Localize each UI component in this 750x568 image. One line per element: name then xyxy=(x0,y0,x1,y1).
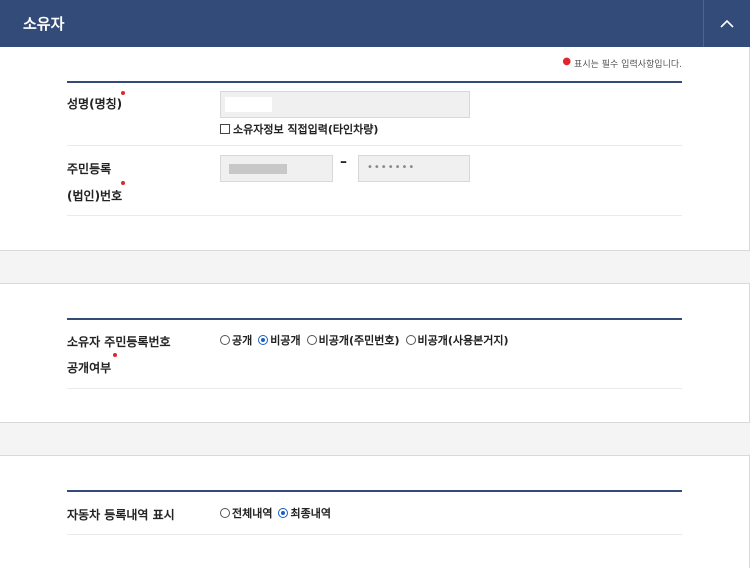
disclosure-label-line2: 공개여부 xyxy=(67,361,112,375)
radio-circle[interactable] xyxy=(220,335,230,345)
owner-info-panel: ● 표시는 필수 입력사항입니다. 성명(명칭) 소유자정보 직접입력(타인차량)… xyxy=(0,47,750,251)
required-note: ● 표시는 필수 입력사항입니다. xyxy=(562,56,682,70)
table-top-rule xyxy=(67,490,682,492)
chevron-up-icon xyxy=(720,19,734,28)
radio-label: 비공개 xyxy=(270,334,301,347)
history-radio-group: 전체내역 최종내역 xyxy=(220,505,337,521)
history-label: 자동차 등록내역 표시 xyxy=(67,508,175,522)
required-dot-icon xyxy=(121,181,125,185)
history-panel: 자동차 등록내역 표시 전체내역 최종내역 xyxy=(0,455,750,568)
radio-circle[interactable] xyxy=(306,335,317,345)
disclosure-radio-group: 공개 비공개 비공개(주민번호) 비공개(사용본거지) xyxy=(220,332,515,348)
radio-label: 전체내역 xyxy=(232,507,273,520)
section-title: 소유자 xyxy=(23,15,65,33)
required-dot-icon xyxy=(121,91,125,95)
name-input[interactable] xyxy=(220,91,470,118)
required-note-text: 표시는 필수 입력사항입니다. xyxy=(574,60,682,70)
radio-circle[interactable] xyxy=(220,508,230,518)
rrn-dash: – xyxy=(340,154,347,170)
direct-input-label: 소유자정보 직접입력(타인차량) xyxy=(233,123,379,136)
radio-all-history[interactable]: 전체내역 xyxy=(220,505,272,521)
radio-circle-selected[interactable] xyxy=(258,335,269,345)
rrn-front-input[interactable] xyxy=(220,155,333,182)
collapse-toggle-button[interactable] xyxy=(703,0,750,47)
masked-value xyxy=(229,164,287,174)
disclosure-label-line1: 소유자 주민등록번호 xyxy=(67,335,171,349)
radio-label: 공개 xyxy=(232,334,253,347)
rrn-label-line2: (법인)번호 xyxy=(67,189,123,203)
row-divider xyxy=(67,145,682,146)
required-dot-icon: ● xyxy=(562,56,572,67)
row-divider xyxy=(67,215,682,216)
radio-latest-history[interactable]: 최종내역 xyxy=(278,505,331,521)
radio-label: 최종내역 xyxy=(290,507,331,520)
radio-private-residence[interactable]: 비공개(사용본거지) xyxy=(405,332,509,348)
radio-circle[interactable] xyxy=(405,335,416,345)
masked-value xyxy=(225,97,272,112)
radio-circle-selected[interactable] xyxy=(278,508,289,518)
row-divider xyxy=(67,534,682,535)
radio-label: 비공개(사용본거지) xyxy=(417,334,509,347)
table-top-rule xyxy=(67,81,682,83)
masked-password: ••••••• xyxy=(367,162,416,173)
rrn-back-input[interactable]: ••••••• xyxy=(358,155,470,182)
radio-label: 비공개(주민번호) xyxy=(318,334,400,347)
row-divider xyxy=(67,388,682,389)
required-dot-icon xyxy=(113,353,117,357)
direct-input-checkbox[interactable] xyxy=(220,124,230,134)
section-header: 소유자 xyxy=(0,0,750,47)
radio-private[interactable]: 비공개 xyxy=(258,332,301,348)
name-label: 성명(명칭) xyxy=(67,97,123,111)
table-top-rule xyxy=(67,318,682,320)
direct-input-checkbox-row[interactable]: 소유자정보 직접입력(타인차량) xyxy=(220,121,378,137)
rrn-label-line1: 주민등록 xyxy=(67,162,112,176)
radio-private-rrn[interactable]: 비공개(주민번호) xyxy=(306,332,400,348)
radio-public[interactable]: 공개 xyxy=(220,332,252,348)
disclosure-panel: 소유자 주민등록번호 공개여부 공개 비공개 비공개(주민번호) 비공개(사용본… xyxy=(0,283,750,423)
